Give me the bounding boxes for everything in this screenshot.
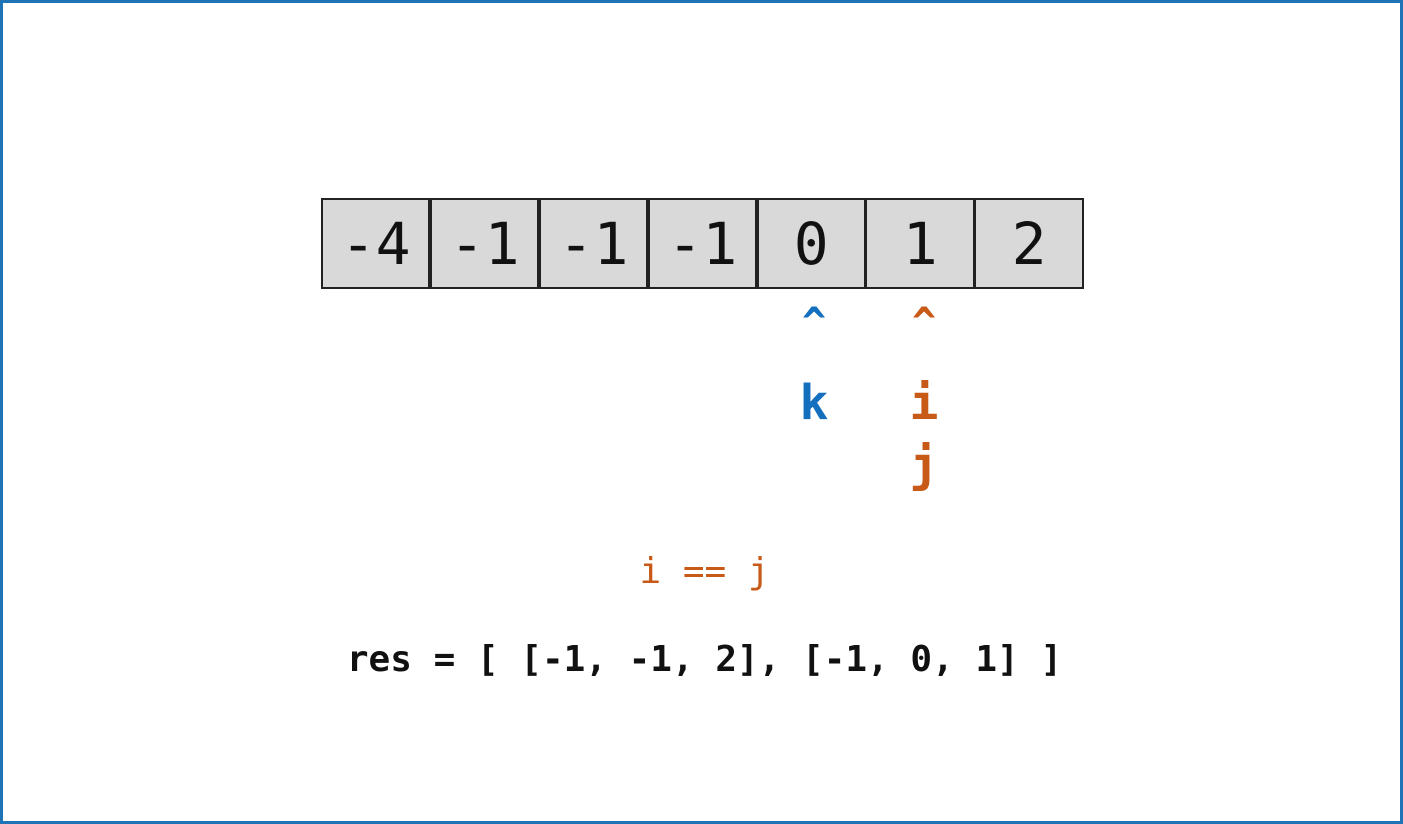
result-text: res = [ [-1, -1, 2], [-1, 0, 1] ] (346, 639, 1063, 680)
pointer-ij: ^ i j (884, 303, 964, 493)
array-cell: -4 (321, 198, 431, 289)
condition-text: i == j (639, 551, 770, 592)
array-cell: -1 (647, 198, 758, 289)
diagram-frame: -4 -1 -1 -1 0 1 2 ^ k ^ i j i == j res =… (0, 0, 1403, 824)
pointer-label-k: k (799, 375, 829, 431)
array-cell: 1 (865, 198, 975, 289)
array: -4 -1 -1 -1 0 1 2 (321, 198, 1084, 289)
pointer-k: ^ k (774, 303, 854, 431)
caret-up-icon: ^ (911, 300, 937, 346)
array-cell: 0 (756, 198, 866, 289)
caret-up-icon: ^ (801, 300, 827, 346)
array-cell: -1 (429, 198, 540, 289)
array-cell: 2 (974, 198, 1084, 289)
pointer-label-j: j (909, 437, 939, 493)
pointer-label-i: i (909, 375, 939, 431)
array-cell: -1 (538, 198, 649, 289)
